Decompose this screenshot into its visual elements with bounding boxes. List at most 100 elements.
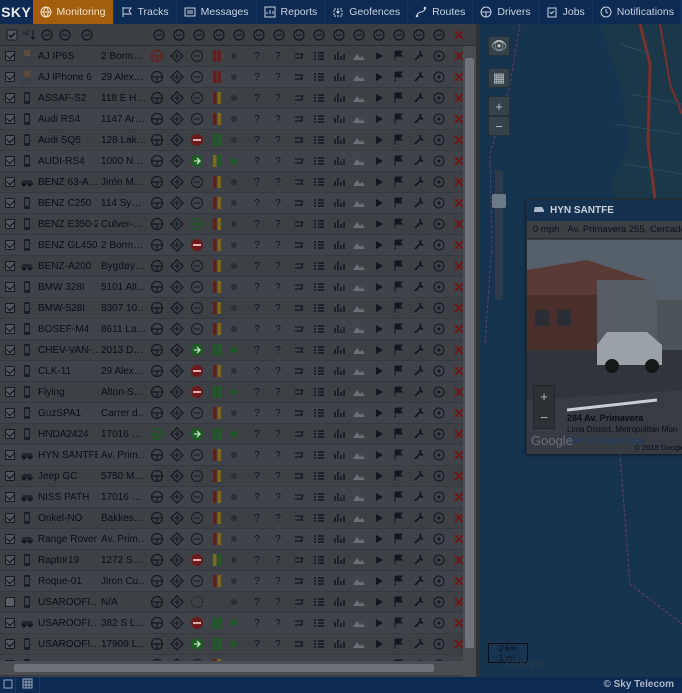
unit-checkbox[interactable] [5, 429, 15, 439]
unit-row[interactable]: Jeep GC 5750 M…?? [0, 466, 464, 487]
graph-icon[interactable] [332, 133, 346, 147]
list-icon[interactable] [312, 301, 326, 315]
image-icon[interactable] [352, 112, 366, 126]
link-icon[interactable] [292, 364, 306, 378]
flag-icon[interactable] [392, 301, 406, 315]
unit-name[interactable]: USAROOFI… [38, 618, 98, 629]
graph-icon[interactable] [332, 322, 346, 336]
link-icon[interactable] [292, 637, 306, 651]
flag-icon[interactable] [392, 364, 406, 378]
list-icon[interactable] [312, 427, 326, 441]
graph-icon[interactable] [332, 490, 346, 504]
play-icon[interactable] [372, 595, 386, 609]
unit-row[interactable]: AJ IP6S 2 Borm…?? [0, 46, 464, 67]
wrench-icon[interactable] [412, 511, 426, 525]
wrench-icon[interactable] [412, 301, 426, 315]
link-icon[interactable] [292, 469, 306, 483]
info-icon[interactable] [432, 553, 446, 567]
list-icon[interactable] [40, 28, 54, 42]
graph-icon[interactable] [332, 70, 346, 84]
info-icon[interactable] [432, 637, 446, 651]
unit-checkbox[interactable] [5, 324, 15, 334]
info-icon[interactable] [432, 49, 446, 63]
flag-icon[interactable] [392, 343, 406, 357]
unit-name[interactable]: BENZ GL450 [38, 240, 98, 251]
link-icon[interactable] [292, 490, 306, 504]
wrench-icon[interactable] [412, 196, 426, 210]
street-zoom-in[interactable]: + [540, 389, 548, 404]
unit-row[interactable]: BENZ-A200 Bygdøy…?? [0, 256, 464, 277]
play-icon[interactable] [372, 469, 386, 483]
image-icon[interactable] [352, 238, 366, 252]
unit-name[interactable]: USAROOFI… [38, 639, 98, 650]
wrench-icon[interactable] [412, 112, 426, 126]
info-icon[interactable] [432, 469, 446, 483]
list-icon[interactable] [312, 154, 326, 168]
graph-icon[interactable] [332, 175, 346, 189]
flag-icon[interactable] [392, 70, 406, 84]
unit-row[interactable]: USAROOFI… 382 S L…?? [0, 613, 464, 634]
list-icon[interactable] [312, 385, 326, 399]
list-icon[interactable] [312, 175, 326, 189]
unit-checkbox[interactable] [5, 387, 15, 397]
nav-tab-monitoring[interactable]: Monitoring [32, 0, 114, 24]
unit-name[interactable]: Roque-01 [38, 576, 98, 587]
image-icon[interactable] [352, 49, 366, 63]
image-icon[interactable] [352, 427, 366, 441]
list-icon[interactable] [312, 490, 326, 504]
flag-icon[interactable] [392, 91, 406, 105]
list-icon[interactable] [312, 574, 326, 588]
unit-name[interactable]: BENZ C250 [38, 198, 98, 209]
link-icon[interactable] [292, 49, 306, 63]
unit-row[interactable]: USAROOFI… N/A?? [0, 592, 464, 613]
street-zoom-out[interactable]: − [540, 410, 548, 425]
wrench-icon[interactable] [412, 595, 426, 609]
unit-checkbox[interactable] [5, 597, 15, 607]
graph-icon[interactable] [332, 91, 346, 105]
unit-row[interactable]: BENZ C250 114 Sy…?? [0, 193, 464, 214]
graph-icon[interactable] [332, 532, 346, 546]
info-icon[interactable] [432, 448, 446, 462]
unit-checkbox[interactable] [5, 303, 15, 313]
sky-logo[interactable]: SKY [0, 0, 33, 24]
unit-name[interactable]: ASSAF-S2 [38, 93, 98, 104]
link-icon[interactable] [292, 175, 306, 189]
dot-icon[interactable] [252, 28, 266, 42]
link-icon[interactable] [292, 532, 306, 546]
sensor-icon[interactable] [452, 28, 466, 42]
unit-checkbox[interactable] [5, 471, 15, 481]
unit-checkbox[interactable] [5, 135, 15, 145]
info-icon[interactable] [432, 532, 446, 546]
wrench-icon[interactable] [412, 238, 426, 252]
wrench-icon[interactable] [412, 553, 426, 567]
list-icon[interactable] [312, 364, 326, 378]
unit-row[interactable]: BOSEF-M4 8611 La…?? [0, 319, 464, 340]
unit-row[interactable]: Roque-01 Jiron Cu…?? [0, 571, 464, 592]
play-icon[interactable] [372, 196, 386, 210]
link-icon[interactable] [292, 259, 306, 273]
info-icon[interactable] [432, 154, 446, 168]
info-icon[interactable] [432, 259, 446, 273]
list-icon[interactable] [312, 217, 326, 231]
info-icon[interactable] [432, 490, 446, 504]
link-icon[interactable] [292, 595, 306, 609]
list-icon[interactable] [312, 238, 326, 252]
play-icon[interactable] [372, 112, 386, 126]
grid-vertical-scrollbar[interactable] [463, 46, 476, 677]
unit-row[interactable]: Flying Alton-S…?? [0, 382, 464, 403]
info-icon[interactable] [432, 364, 446, 378]
sort-az-icon[interactable]: AZ [22, 28, 36, 42]
graph-icon[interactable] [332, 112, 346, 126]
play-icon[interactable] [372, 364, 386, 378]
image-icon[interactable] [352, 490, 366, 504]
wrench-icon[interactable] [412, 259, 426, 273]
unit-name[interactable]: BMW 328I [38, 282, 98, 293]
flag-icon[interactable] [392, 469, 406, 483]
grid-icon[interactable] [372, 28, 386, 42]
info-icon[interactable] [432, 175, 446, 189]
graph-icon[interactable] [332, 259, 346, 273]
link-icon[interactable] [292, 322, 306, 336]
play-icon[interactable] [372, 301, 386, 315]
graph-icon[interactable] [332, 511, 346, 525]
info-icon[interactable] [432, 217, 446, 231]
